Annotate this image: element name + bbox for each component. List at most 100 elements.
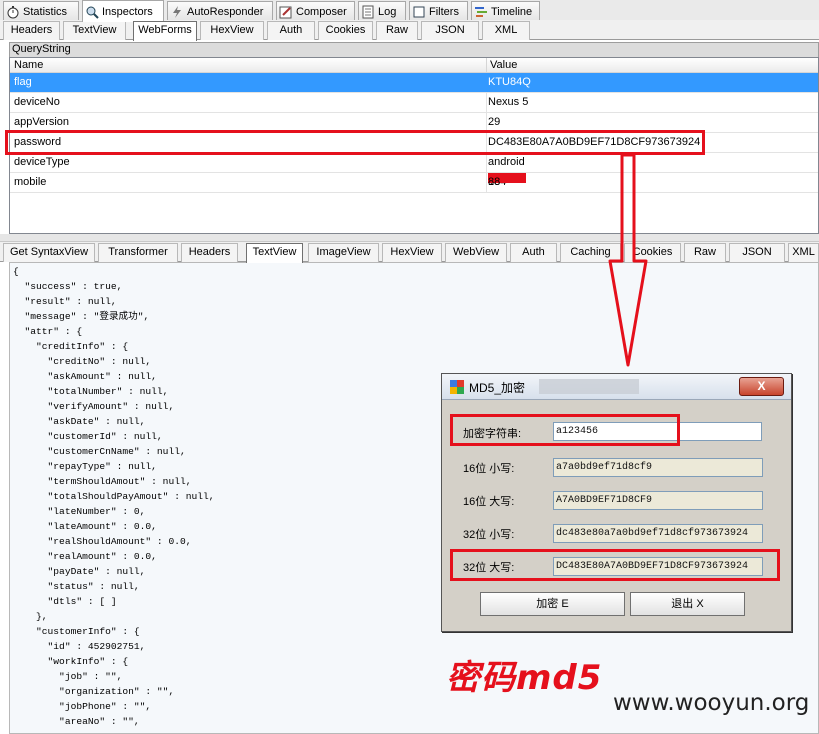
tab-label: Composer [296, 5, 347, 18]
request-tab-auth[interactable]: Auth [267, 21, 315, 40]
request-tab-bar: Headers TextView WebForms HexView Auth C… [0, 20, 819, 41]
json-line: "repayType" : null, [13, 461, 157, 472]
response-tab-textview[interactable]: TextView [246, 243, 303, 263]
json-line: "creditInfo" : { [13, 341, 129, 352]
tab-autoresponder[interactable]: AutoResponder [167, 1, 273, 21]
md5-16-upper-field[interactable]: A7A0BD9EF71D8CF9 [553, 491, 763, 510]
compose-icon [279, 6, 292, 18]
md5-16-lower-label: 16位 小写: [463, 463, 515, 475]
table-row[interactable]: deviceNo Nexus 5 [10, 93, 818, 113]
table-row[interactable]: password DC483E80A7A0BD9EF71D8CF97367392… [10, 133, 818, 153]
json-line: "status" : null, [13, 581, 140, 592]
splitter[interactable] [0, 234, 819, 242]
table-row[interactable]: deviceType android [10, 153, 818, 173]
table-row[interactable]: flag KTU84Q [10, 73, 818, 93]
json-line: "totalShouldPayAmout" : null, [13, 491, 215, 502]
dialog-titlebar[interactable]: MD5_加密 X [442, 374, 791, 400]
tab-log[interactable]: Log [358, 1, 406, 21]
json-line: "message" : "登录成功", [13, 311, 150, 322]
checkbox-icon [413, 6, 425, 17]
json-line: "creditNo" : null, [13, 356, 152, 367]
response-tab-bar: Get SyntaxView Transformer Headers TextV… [0, 242, 819, 263]
request-tab-headers[interactable]: Headers [3, 21, 60, 40]
tab-label: Statistics [23, 5, 68, 18]
tab-label: AutoResponder [187, 5, 264, 18]
request-tab-xml[interactable]: XML [482, 21, 530, 40]
tab-inspectors[interactable]: Inspectors [82, 0, 164, 22]
grid-header: Name Value [10, 58, 818, 73]
magnifier-icon [86, 6, 99, 19]
tab-statistics[interactable]: Statistics [3, 1, 79, 21]
arrow-down-icon [608, 153, 648, 367]
response-tab-json[interactable]: JSON [729, 243, 785, 262]
row-value: DC483E80A7A0BD9EF71D8CF973673924 [488, 136, 701, 148]
column-value-header[interactable]: Value [490, 58, 517, 72]
table-row[interactable]: mobile 13488 [10, 173, 818, 193]
response-tab-hexview[interactable]: HexView [382, 243, 442, 262]
column-divider[interactable] [486, 58, 487, 73]
json-line: "lateNumber" : 0, [13, 506, 146, 517]
json-line: "payDate" : null, [13, 566, 146, 577]
input-label: 加密字符串: [463, 428, 522, 440]
exit-button[interactable]: 退出 X [630, 592, 745, 616]
json-line: "termShouldAmout" : null, [13, 476, 192, 487]
response-tab-syntaxview[interactable]: Get SyntaxView [3, 243, 95, 262]
row-name: mobile [14, 176, 47, 188]
dialog-title: MD5_加密 [469, 381, 526, 395]
md5-16-lower-field[interactable]: a7a0bd9ef71d8cf9 [553, 458, 763, 477]
json-line: "realAmount" : 0.0, [13, 551, 157, 562]
json-line: "dtls" : [ ] [13, 596, 117, 607]
json-line: "realShouldAmount" : 0.0, [13, 536, 192, 547]
querystring-title: QueryString [9, 42, 819, 57]
stopwatch-icon [7, 5, 19, 18]
md5-32-upper-label: 32位 大写: [463, 562, 515, 574]
json-line: "customerInfo" : { [13, 626, 140, 637]
json-line: }, [13, 611, 48, 622]
tab-label: Filters [429, 5, 459, 18]
response-tab-auth[interactable]: Auth [510, 243, 557, 262]
json-line: "totalNumber" : null, [13, 386, 169, 397]
input-string-field[interactable]: a123456 [553, 422, 762, 441]
main-tab-bar: Statistics Inspectors AutoResponder Comp… [0, 0, 819, 22]
tab-composer[interactable]: Composer [276, 1, 355, 21]
json-line: "verifyAmount" : null, [13, 401, 175, 412]
row-value: KTU84Q [488, 76, 531, 88]
request-tab-cookies[interactable]: Cookies [318, 21, 373, 40]
md5-dialog: MD5_加密 X 加密字符串: a123456 16位 小写: a7a0bd9e… [441, 373, 792, 632]
response-tab-headers[interactable]: Headers [181, 243, 238, 262]
row-name: flag [14, 76, 32, 88]
title-redaction [539, 379, 639, 394]
tab-filters[interactable]: Filters [409, 1, 468, 21]
response-tab-transformer[interactable]: Transformer [98, 243, 178, 262]
response-tab-webview[interactable]: WebView [445, 243, 507, 262]
request-tab-hexview[interactable]: HexView [200, 21, 264, 40]
close-button[interactable]: X [739, 377, 784, 396]
request-tab-webforms[interactable]: WebForms [133, 21, 197, 41]
json-line: "lateAmount" : 0.0, [13, 521, 157, 532]
request-tab-textview[interactable]: TextView [63, 21, 126, 40]
tab-label: Inspectors [102, 5, 153, 18]
encrypt-button[interactable]: 加密 E [480, 592, 625, 616]
site-watermark: www.wooyun.org [613, 690, 810, 716]
md5-32-lower-field[interactable]: dc483e80a7a0bd9ef71d8cf973673924 [553, 524, 763, 543]
app-icon [450, 380, 464, 394]
md5-16-upper-label: 16位 大写: [463, 496, 515, 508]
column-name-header[interactable]: Name [14, 58, 43, 72]
request-tab-json[interactable]: JSON [421, 21, 479, 40]
request-tab-raw[interactable]: Raw [376, 21, 418, 40]
row-name: deviceType [14, 156, 70, 168]
mobile-suffix: 88 [488, 176, 501, 188]
tab-label: Log [378, 5, 397, 18]
response-tab-raw[interactable]: Raw [684, 243, 726, 262]
md5-32-upper-field[interactable]: DC483E80A7A0BD9EF71D8CF973673924 [553, 557, 763, 576]
row-value: Nexus 5 [488, 96, 529, 108]
json-line: "customerId" : null, [13, 431, 163, 442]
log-icon [362, 5, 374, 18]
table-row[interactable]: appVersion 29 [10, 113, 818, 133]
tab-timeline[interactable]: Timeline [471, 1, 540, 21]
json-line: "id" : 452902751, [13, 641, 146, 652]
annotation-text: 密码md5 [446, 658, 603, 698]
response-tab-imageview[interactable]: ImageView [308, 243, 379, 262]
tab-label: Timeline [491, 5, 533, 18]
response-tab-xml[interactable]: XML [788, 243, 819, 262]
